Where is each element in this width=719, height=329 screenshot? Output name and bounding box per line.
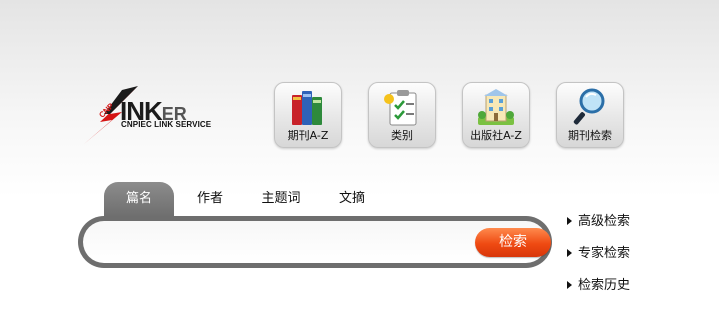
magnifier-icon bbox=[557, 87, 623, 127]
clipboard-icon bbox=[369, 87, 435, 127]
search-button[interactable]: 检索 bbox=[475, 228, 551, 257]
building-icon bbox=[463, 87, 529, 127]
books-icon bbox=[275, 87, 341, 127]
journal-search-button[interactable]: 期刊检索 bbox=[556, 82, 624, 148]
journal-az-button[interactable]: 期刊A-Z bbox=[274, 82, 342, 148]
journal-az-label: 期刊A-Z bbox=[287, 129, 329, 142]
journal-search-label: 期刊检索 bbox=[568, 129, 612, 142]
tab-title[interactable]: 篇名 bbox=[104, 182, 174, 218]
category-button[interactable]: 类别 bbox=[368, 82, 436, 148]
tab-author[interactable]: 作者 bbox=[188, 182, 232, 218]
advanced-search-link[interactable]: 高级检索 bbox=[567, 210, 630, 229]
search-bar: 检索 bbox=[78, 216, 552, 268]
search-field-wrapper: 检索 bbox=[83, 221, 551, 263]
logo-tagline: CNPIEC LINK SERVICE bbox=[121, 120, 212, 129]
linker-logo: CNP INKER CNPIEC LINK SERVICE bbox=[82, 84, 242, 146]
expert-search-link[interactable]: 专家检索 bbox=[567, 242, 630, 261]
search-history-link[interactable]: 检索历史 bbox=[567, 274, 630, 293]
search-input[interactable] bbox=[97, 227, 461, 257]
tab-keyword[interactable]: 主题词 bbox=[254, 182, 308, 218]
tab-abstract[interactable]: 文摘 bbox=[330, 182, 374, 218]
triangle-right-icon bbox=[567, 280, 572, 289]
publisher-az-label: 出版社A-Z bbox=[470, 129, 522, 142]
category-label: 类别 bbox=[391, 129, 413, 142]
publisher-az-button[interactable]: 出版社A-Z bbox=[462, 82, 530, 148]
triangle-right-icon bbox=[567, 248, 572, 257]
triangle-right-icon bbox=[567, 216, 572, 225]
